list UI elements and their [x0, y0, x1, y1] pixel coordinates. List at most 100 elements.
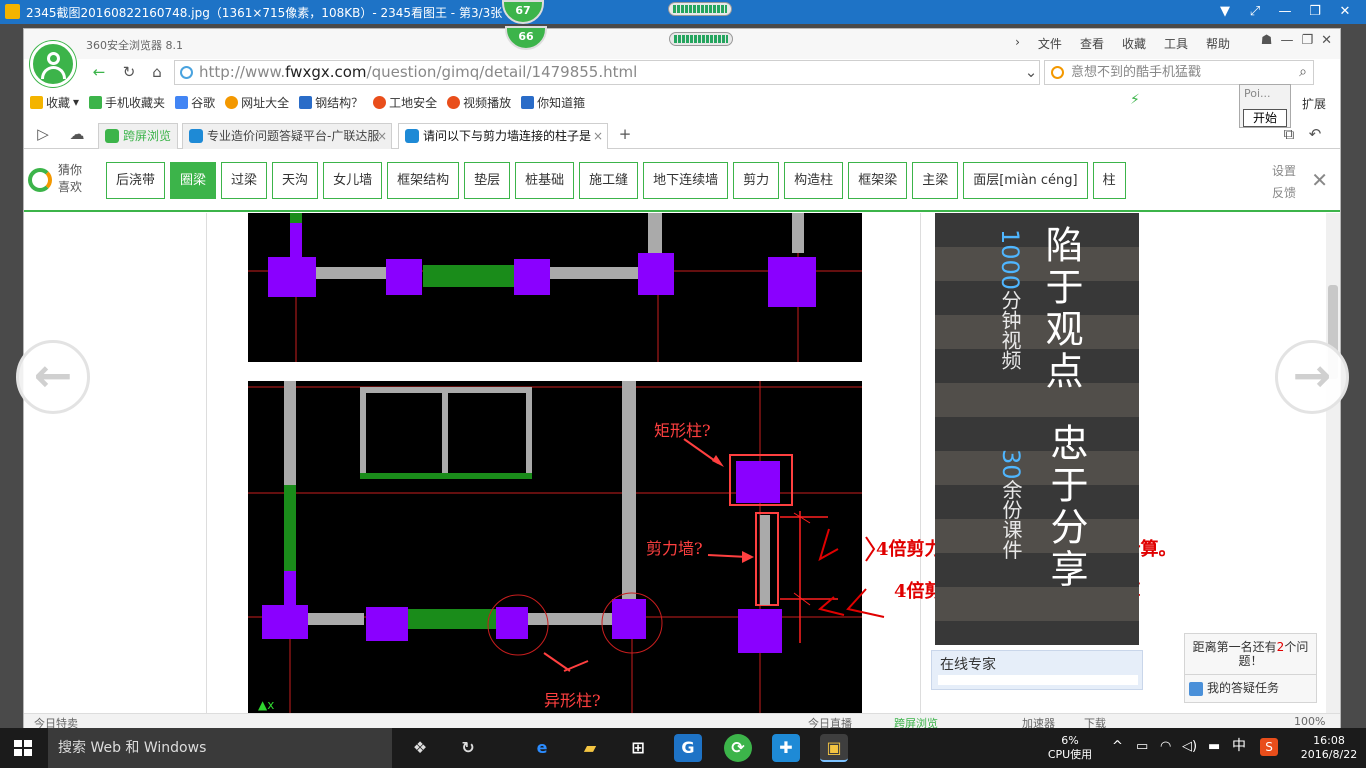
recommend-tag[interactable]: 剪力 [733, 162, 780, 199]
clock-date: 2016/8/22 [1300, 748, 1358, 761]
start-button[interactable]: 开始 [1243, 109, 1287, 127]
recommend-tag[interactable]: 天沟 [272, 162, 319, 199]
cpu-indicator[interactable]: 6% CPU使用 [1040, 734, 1100, 762]
taskbar-search[interactable]: 搜索 Web 和 Windows [48, 728, 392, 768]
cloud-icon[interactable]: ☁ [66, 123, 88, 145]
browser-g-icon[interactable]: G [674, 734, 702, 762]
menu-view[interactable]: 查看 [1080, 35, 1104, 52]
page-content: ▲x 矩形柱? 剪力墙? 异形柱? 4倍剪力墙厚度全部按照剪力墙计算。 4倍剪力… [24, 213, 1327, 713]
menu-help[interactable]: 帮助 [1206, 35, 1230, 52]
bookmark-safety[interactable]: 工地安全 [373, 94, 437, 111]
recommend-tag[interactable]: 地下连续墙 [643, 162, 729, 199]
bookmark-steel[interactable]: 钢结构？ [299, 94, 363, 111]
search-input[interactable]: 意想不到的酷手机猛戳 ⌕ [1044, 60, 1314, 85]
page-scrollbar[interactable] [1326, 213, 1340, 713]
directory-icon [225, 95, 239, 109]
close-button[interactable]: ✕ [1334, 3, 1356, 21]
tab-question[interactable]: 请问以下与剪力墙连接的柱子是 × [398, 123, 608, 149]
recommend-tag[interactable]: 桩基础 [515, 162, 575, 199]
plus-app-icon[interactable]: ✚ [772, 734, 800, 762]
previous-image-button[interactable]: ← [16, 340, 90, 414]
my-tasks-link[interactable]: 我的答疑任务 [1185, 674, 1316, 702]
address-dropdown-icon[interactable]: ⌄ [1020, 61, 1042, 83]
home-icon[interactable]: ⌂ [146, 61, 168, 83]
maximize-button[interactable]: ❐ [1304, 3, 1326, 21]
360-browser-icon[interactable]: ⟳ [724, 734, 752, 762]
sogou-ime-icon[interactable]: S [1260, 738, 1278, 756]
search-engine-icon[interactable] [1051, 66, 1064, 79]
recommend-tag[interactable]: 女儿墙 [323, 162, 383, 199]
side-advertisement[interactable]: 1000分钟视频 陷于观点 30余份课件 忠于分享 [935, 213, 1139, 645]
tray-chevron-icon[interactable]: ^ [1112, 740, 1123, 754]
menu-favorites[interactable]: 收藏 [1122, 35, 1146, 52]
navigation-row: ← ↻ ⌂ http://www.fwxgx.com/question/gimq… [24, 59, 1340, 108]
browser-minimize-button[interactable]: — [1280, 33, 1293, 48]
edge-icon[interactable]: e [528, 734, 556, 762]
bookmark-video[interactable]: 视频播放 [447, 94, 511, 111]
address-bar[interactable]: http://www.fwxgx.com/question/gimq/detai… [174, 60, 1142, 108]
bookmark-directory[interactable]: 网址大全 [225, 94, 289, 111]
recommend-tag[interactable]: 柱 [1092, 162, 1126, 199]
notification-icon[interactable]: ▬ [1208, 740, 1220, 754]
recommend-tag[interactable]: 后浇带 [106, 162, 166, 199]
bookmark-favorites[interactable]: 收藏 ▾ [30, 94, 79, 111]
menu-file[interactable]: 文件 [1038, 35, 1062, 52]
sidebar-toggle-icon[interactable]: ▷ [32, 123, 54, 145]
feedback-link[interactable]: 反馈 [1272, 182, 1296, 204]
wifi-icon[interactable]: ◠ [1160, 740, 1171, 754]
next-image-button[interactable]: → [1275, 340, 1349, 414]
bookmarks-bar: 收藏 ▾ 手机收藏夹 谷歌 网址大全 钢结构？ 工地安全 视频播放 你知道箍 [30, 91, 585, 113]
image-viewer-icon[interactable]: ▣ [820, 734, 848, 762]
bookmark-google[interactable]: 谷歌 [175, 94, 215, 111]
browser-maximize-button[interactable]: ❐ [1301, 33, 1313, 48]
extensions-button[interactable]: 扩展 [1302, 95, 1326, 112]
store-icon[interactable]: ⊞ [624, 734, 652, 762]
ime-indicator[interactable]: 中 [1232, 739, 1246, 753]
recommend-tag[interactable]: 面层[miàn céng] [963, 162, 1088, 199]
fullscreen-icon[interactable]: ⤢ [1244, 3, 1266, 21]
recommend-tag[interactable]: 构造柱 [784, 162, 844, 199]
task-view-icon[interactable]: ❖ [406, 734, 434, 762]
volume-icon[interactable]: ◁) [1182, 740, 1197, 754]
popup-title: Poi... [1244, 87, 1271, 100]
tab-close-icon[interactable]: × [377, 124, 387, 148]
status-zoom[interactable]: 100% [1294, 715, 1325, 728]
menu-tools[interactable]: 工具 [1164, 35, 1188, 52]
recommend-close-icon[interactable]: ✕ [1311, 168, 1328, 192]
refresh-icon[interactable]: ↻ [118, 61, 140, 83]
recommend-tag[interactable]: 过梁 [221, 162, 268, 199]
recommend-tag[interactable]: 框架梁 [848, 162, 908, 199]
tab-glodon[interactable]: 专业造价问题答疑平台-广联达服 × [182, 123, 392, 149]
recommend-tag[interactable]: 垫层 [464, 162, 511, 199]
tab-close-icon[interactable]: × [593, 124, 603, 148]
back-icon[interactable]: ← [88, 61, 110, 83]
task-icon [1189, 682, 1203, 696]
site-tab-icon [405, 129, 419, 143]
tab-strip: ▷ ☁ 跨屏浏览 专业造价问题答疑平台-广联达服 × 请问以下与剪力墙连接的柱子是… [24, 121, 1340, 149]
browser-close-button[interactable]: ✕ [1321, 33, 1332, 48]
recommend-tag[interactable]: 圈梁 [170, 162, 217, 199]
new-tab-icon[interactable]: + [614, 123, 636, 145]
swirl-app-icon[interactable]: ↻ [454, 734, 482, 762]
search-icon[interactable]: ⌕ [1299, 61, 1307, 84]
menu-chevron-icon[interactable]: › [1015, 35, 1020, 52]
split-view-icon [105, 129, 119, 143]
skin-icon[interactable]: ☗ [1261, 33, 1273, 48]
dropdown-icon[interactable]: ▼ [1214, 3, 1236, 21]
recommend-tag[interactable]: 主梁 [912, 162, 959, 199]
recommend-tag[interactable]: 施工缝 [579, 162, 639, 199]
tab-split-view[interactable]: 跨屏浏览 [98, 123, 178, 149]
minimize-button[interactable]: — [1274, 3, 1296, 21]
battery-icon[interactable]: ▭ [1136, 740, 1148, 754]
settings-link[interactable]: 设置 [1272, 160, 1296, 182]
bookmark-hoop[interactable]: 你知道箍 [521, 94, 585, 111]
recommend-tag[interactable]: 框架结构 [387, 162, 460, 199]
bookmark-mobile[interactable]: 手机收藏夹 [89, 94, 165, 111]
undo-close-icon[interactable]: ↶ [1304, 123, 1326, 145]
browser-app-name: 360安全浏览器 8.1 [86, 39, 183, 52]
file-explorer-icon[interactable]: ▰ [576, 734, 604, 762]
clock[interactable]: 16:08 2016/8/22 [1296, 734, 1362, 762]
recommend-tags: 后浇带 圈梁 过梁 天沟 女儿墙 框架结构 垫层 桩基础 施工缝 地下连续墙 剪力 构造柱 框架梁 主梁面… [106, 162, 1126, 199]
windows-start-icon[interactable] [14, 740, 32, 756]
recommend-label: 猜你 喜欢 [58, 163, 83, 194]
